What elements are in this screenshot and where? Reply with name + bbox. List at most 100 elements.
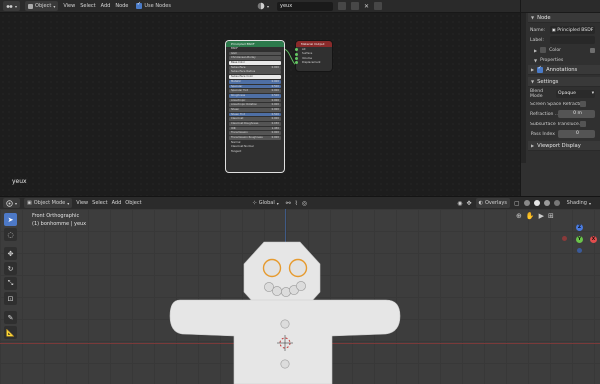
fake-user-icon[interactable] bbox=[338, 2, 346, 10]
material-browse-button[interactable]: ▾ bbox=[254, 1, 272, 11]
right-eye[interactable] bbox=[288, 258, 308, 278]
object-type-dropdown[interactable]: Object ▾ bbox=[25, 1, 59, 11]
bsdf-socket-row[interactable]: Specular Tint 0.000 bbox=[229, 89, 281, 93]
panel-annotations-header[interactable]: ▶ Annotations bbox=[528, 65, 600, 75]
xray-icon[interactable]: ▢ bbox=[514, 200, 520, 207]
sidebar-tab-strip[interactable] bbox=[521, 13, 526, 163]
bsdf-socket-row[interactable]: Clearcoat 0.000 bbox=[229, 117, 281, 122]
bsdf-socket-row[interactable]: Metallic 0.000 bbox=[229, 79, 281, 84]
bsdf-socket-row[interactable]: Clearcoat Roughness 0.030 bbox=[229, 122, 281, 126]
use-nodes-toggle[interactable]: Use Nodes bbox=[133, 1, 174, 11]
close-icon[interactable]: ✕ bbox=[364, 3, 369, 10]
select-box-tool[interactable]: ➤ bbox=[4, 213, 17, 226]
shading-popover[interactable]: Shading ▾ bbox=[564, 198, 594, 208]
shader-editor[interactable]: ▾ Object ▾ View Select Add Node Use Node… bbox=[0, 0, 520, 196]
transform-orientation-dropdown[interactable]: ⊹ Global ▾ bbox=[250, 198, 282, 208]
bsdf-socket-row[interactable]: GGX bbox=[229, 51, 281, 56]
bsdf-socket-row[interactable]: Anisotropic 0.000 bbox=[229, 98, 281, 103]
bsdf-socket-row[interactable]: Sheen Tint 0.500 bbox=[229, 112, 281, 117]
camera-icon[interactable]: ▶ bbox=[539, 212, 544, 220]
menu-add[interactable]: Add bbox=[112, 200, 122, 206]
color-row[interactable]: ▶ Color bbox=[528, 45, 600, 55]
material-shading-icon[interactable] bbox=[543, 200, 550, 206]
bsdf-socket-row[interactable]: Roughness 0.500 bbox=[229, 93, 281, 98]
bsdf-socket-row[interactable]: Transmission 0.000 bbox=[229, 131, 281, 136]
bsdf-socket-row[interactable]: Christensen-Burley bbox=[229, 56, 281, 61]
pass-index-field[interactable]: 0 bbox=[558, 130, 595, 138]
properties-row[interactable]: ▼ Properties bbox=[528, 55, 600, 65]
measure-tool[interactable]: 📐 bbox=[4, 326, 17, 339]
bsdf-socket-row[interactable]: Subsurface Radius bbox=[229, 70, 281, 75]
move-tool[interactable]: ✥ bbox=[4, 247, 17, 260]
node-name-field[interactable]: ▣ Principled BSDF bbox=[550, 26, 595, 34]
annotations-checkbox[interactable] bbox=[537, 65, 544, 73]
pin-icon[interactable] bbox=[374, 2, 383, 10]
use-nodes-checkbox[interactable] bbox=[136, 1, 143, 9]
rendered-shading-icon[interactable] bbox=[553, 200, 560, 206]
menu-add[interactable]: Add bbox=[101, 3, 111, 9]
bsdf-socket-row[interactable]: Subsurface Color bbox=[229, 75, 281, 79]
blend-mode-dropdown[interactable]: Opaque ▾ bbox=[556, 90, 595, 98]
principled-bsdf-node[interactable]: Principled BSDF BSDF GGX Christensen-Burle… bbox=[226, 41, 284, 172]
menu-object[interactable]: Object bbox=[125, 200, 141, 206]
left-eye[interactable] bbox=[262, 258, 282, 278]
material-output-node[interactable]: Material Output All Surface Volume Displ… bbox=[294, 41, 332, 71]
bsdf-socket-row[interactable]: Normal bbox=[229, 141, 281, 145]
bsdf-socket-row[interactable]: Anisotropic Rotation 0.000 bbox=[229, 103, 281, 108]
menu-select[interactable]: Select bbox=[92, 200, 107, 206]
panel-settings-header[interactable]: ▼ Settings bbox=[528, 77, 600, 87]
gizmo-neg-z-ball[interactable] bbox=[577, 248, 582, 253]
editor-type-button[interactable]: ▾ bbox=[3, 1, 21, 11]
panel-node-header[interactable]: ▼ Node bbox=[528, 13, 600, 23]
solid-shading-icon[interactable] bbox=[533, 200, 540, 206]
bsdf-socket-row[interactable]: Specular 0.500 bbox=[229, 84, 281, 89]
bsdf-socket-row[interactable]: Subsurface 0.000 bbox=[229, 65, 281, 70]
bsdf-socket-row[interactable]: BSDF bbox=[229, 47, 281, 51]
bonhomme-model[interactable] bbox=[160, 234, 410, 384]
overlays-button[interactable]: ◐ Overlays bbox=[475, 198, 510, 208]
gizmo-neg-x-ball[interactable] bbox=[562, 236, 567, 241]
gizmo-z-ball[interactable]: Z bbox=[576, 224, 583, 231]
menu-view[interactable]: View bbox=[63, 3, 75, 9]
sss-checkbox[interactable] bbox=[580, 121, 586, 127]
gizmo-y-ball[interactable]: Y bbox=[576, 236, 583, 243]
refraction-depth-field[interactable]: 0 m bbox=[558, 110, 595, 118]
pivot-icon[interactable]: ⚯ bbox=[286, 200, 291, 207]
menu-view[interactable]: View bbox=[76, 200, 88, 206]
snap-icon[interactable]: ⌇ bbox=[295, 200, 298, 207]
rotate-tool[interactable]: ↻ bbox=[4, 262, 17, 275]
gizmo-toggle-icon[interactable]: ✥ bbox=[467, 200, 472, 207]
pan-hand-icon[interactable]: ✋ bbox=[526, 212, 535, 220]
mode-dropdown[interactable]: ▣ Object Mode ▾ bbox=[24, 198, 73, 208]
bsdf-socket-row[interactable]: Clearcoat Normal bbox=[229, 145, 281, 149]
wireframe-shading-icon[interactable] bbox=[523, 200, 530, 206]
visibility-icon[interactable]: ◉ bbox=[457, 200, 462, 207]
bsdf-socket-row[interactable]: Transmission Roughness 0.000 bbox=[229, 136, 281, 140]
3d-viewport[interactable]: ▾ ▣ Object Mode ▾ View Select Add Object… bbox=[0, 196, 600, 384]
material-name-field[interactable]: yeux bbox=[277, 1, 333, 11]
ssr-checkbox[interactable] bbox=[580, 101, 586, 107]
scale-tool[interactable]: ⤡ bbox=[4, 277, 17, 290]
annotate-tool[interactable]: ✎ bbox=[4, 311, 17, 324]
navigation-gizmo[interactable]: Z Y X bbox=[560, 220, 600, 260]
editor-type-button[interactable]: ▾ bbox=[3, 198, 21, 208]
proportional-edit-icon[interactable]: ◎ bbox=[302, 200, 307, 207]
cursor-tool[interactable]: ◌ bbox=[4, 228, 17, 241]
color-checkbox[interactable] bbox=[540, 47, 547, 53]
transform-tool[interactable]: ⊡ bbox=[4, 292, 17, 305]
output-socket-displacement[interactable]: Displacement bbox=[294, 60, 332, 65]
menu-select[interactable]: Select bbox=[80, 3, 95, 9]
perspective-grid-icon[interactable]: ⊞ bbox=[548, 212, 554, 220]
panel-viewport-display-header[interactable]: ▶ Viewport Display bbox=[528, 141, 600, 151]
button-bottom[interactable] bbox=[280, 359, 290, 369]
bsdf-socket-row[interactable]: Sheen 0.000 bbox=[229, 107, 281, 112]
button-top[interactable] bbox=[280, 319, 290, 329]
node-label-field[interactable] bbox=[550, 36, 595, 44]
duplicate-material-icon[interactable] bbox=[351, 2, 359, 10]
zoom-icon[interactable]: ⊕ bbox=[516, 212, 522, 220]
bsdf-socket-row[interactable]: Tangent bbox=[229, 150, 281, 154]
bsdf-socket-row[interactable]: Base Color bbox=[229, 61, 281, 65]
bsdf-socket-row[interactable]: IOR 1.450 bbox=[229, 126, 281, 131]
menu-node[interactable]: Node bbox=[115, 3, 128, 9]
gizmo-x-ball[interactable]: X bbox=[590, 236, 597, 243]
